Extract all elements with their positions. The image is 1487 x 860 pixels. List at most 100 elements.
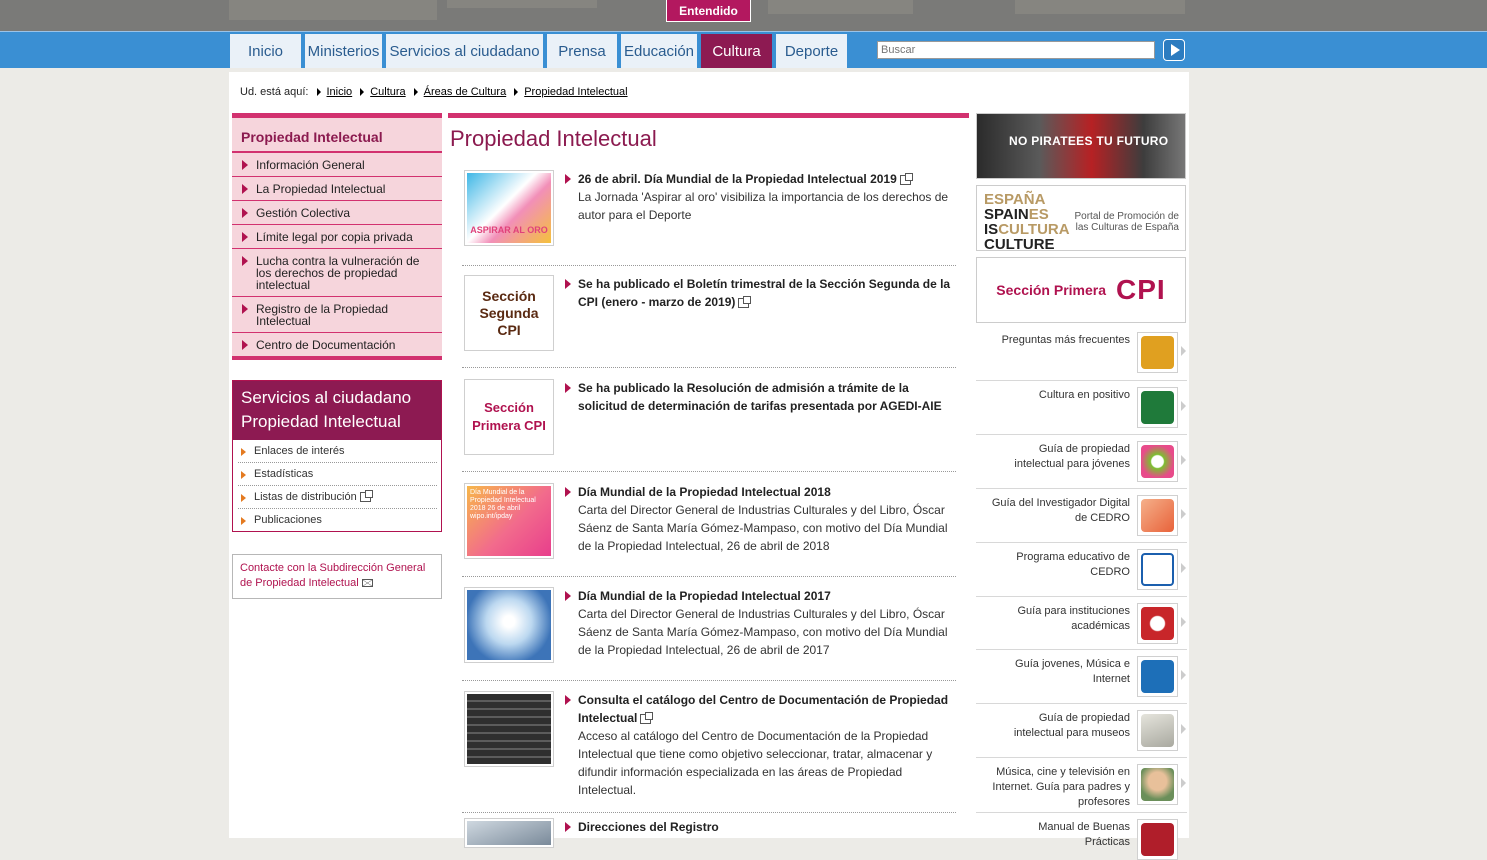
contact-text: Contacte con la Subdirección General de …	[240, 562, 426, 589]
link-museos[interactable]: Guía de propiedad intelectual para museo…	[976, 704, 1187, 758]
link-label: Programa educativo de CEDRO	[1016, 551, 1130, 578]
chevron-right-icon	[1181, 563, 1186, 573]
news-title-text: Consulta el catálogo del Centro de Docum…	[578, 693, 949, 725]
chevron-right-icon	[316, 88, 321, 96]
museos-icon	[1137, 710, 1178, 751]
tab-cultura[interactable]: Cultura	[701, 34, 774, 68]
contact-link[interactable]: Contacte con la Subdirección General de …	[232, 554, 442, 599]
espana-cultura-logo: ESPAÑA SPAINES ISCULTURA CULTURE	[984, 192, 1070, 252]
link-cultura-positivo[interactable]: Cultura en positivo	[976, 381, 1187, 435]
breadcrumb: Ud. está aquí: Inicio Cultura Áreas de C…	[240, 86, 628, 98]
news-title[interactable]: 26 de abril. Día Mundial de la Propiedad…	[565, 170, 952, 188]
news-thumbnail[interactable]: Día Mundial de la Propiedad Intelectual …	[464, 483, 554, 559]
search-input[interactable]	[877, 41, 1155, 59]
services-item-enlaces[interactable]: Enlaces de interés	[238, 440, 437, 463]
link-instituciones[interactable]: Guía para instituciones académicas	[976, 597, 1187, 650]
menu-item-registro[interactable]: Registro de la Propiedad Intelectual	[232, 297, 442, 333]
tab-deporte[interactable]: Deporte	[776, 34, 849, 68]
news-title[interactable]: Direcciones del Registro	[565, 818, 952, 836]
services-item-publicaciones[interactable]: Publicaciones	[238, 509, 437, 531]
cultura-positivo-icon	[1137, 387, 1178, 428]
link-investigador[interactable]: Guía del Investigador Digital de CEDRO	[976, 489, 1187, 543]
external-link-icon	[359, 490, 373, 503]
breadcrumb-cultura[interactable]: Cultura	[370, 86, 405, 98]
headphones-icon	[1137, 656, 1178, 697]
link-label: Guía de propiedad intelectual para jóven…	[1014, 443, 1130, 470]
menu-item-informacion[interactable]: Información General	[232, 153, 442, 177]
news-thumbnail[interactable]: ASPIRAR AL ORO	[464, 170, 554, 246]
faded-logo	[229, 0, 437, 20]
chevron-right-icon	[1181, 509, 1186, 519]
news-thumbnail[interactable]: Sección Primera CPI	[464, 379, 554, 455]
logo-line: ESPAÑA	[984, 191, 1046, 208]
no-piratees-banner[interactable]: NO PIRATEES TU FUTURO	[976, 113, 1186, 179]
menu-item-lucha[interactable]: Lucha contra la vulneración de los derec…	[232, 249, 442, 297]
link-padres[interactable]: Música, cine y televisión en Internet. G…	[976, 758, 1187, 813]
services-item-label: Estadísticas	[254, 468, 314, 480]
chevron-right-icon	[360, 88, 365, 96]
services-item-listas[interactable]: Listas de distribución	[238, 486, 437, 509]
services-item-label: Enlaces de interés	[254, 445, 345, 457]
accept-cookies-button[interactable]: Entendido	[666, 0, 751, 22]
link-label: Guía del Investigador Digital de CEDRO	[991, 497, 1130, 524]
tab-servicios[interactable]: Servicios al ciudadano	[386, 34, 545, 68]
chevron-right-icon	[1181, 346, 1186, 356]
arrow-right-icon	[1171, 44, 1180, 56]
link-manual[interactable]: Manual de Buenas Prácticas	[976, 813, 1187, 860]
news-title[interactable]: Consulta el catálogo del Centro de Docum…	[565, 691, 952, 727]
services-item-estadisticas[interactable]: Estadísticas	[238, 463, 437, 486]
services-item-label: Publicaciones	[254, 514, 322, 526]
news-title[interactable]: Se ha publicado la Resolución de admisió…	[565, 379, 952, 415]
chevron-right-icon	[1181, 455, 1186, 465]
tab-inicio[interactable]: Inicio	[230, 34, 303, 68]
breadcrumb-areas[interactable]: Áreas de Cultura	[424, 86, 507, 98]
news-image	[467, 590, 551, 660]
section-menu: Propiedad Intelectual Información Genera…	[232, 113, 442, 360]
link-label: Música, cine y televisión en Internet. G…	[992, 766, 1130, 808]
news-thumbnail[interactable]	[464, 691, 554, 767]
news-image: Día Mundial de la Propiedad Intelectual …	[467, 486, 551, 556]
link-guia-jovenes[interactable]: Guía de propiedad intelectual para jóven…	[976, 435, 1187, 489]
faq-icon	[1137, 332, 1178, 373]
news-image	[467, 694, 551, 764]
link-faq[interactable]: Preguntas más frecuentes	[976, 326, 1187, 381]
news-item: Direcciones del Registro	[462, 818, 956, 848]
news-thumbnail[interactable]	[464, 818, 554, 848]
tab-educacion[interactable]: Educación	[621, 34, 699, 68]
external-link-icon	[899, 172, 913, 185]
banner-caption: Portal de Promoción de las Culturas de E…	[1074, 211, 1179, 233]
news-title[interactable]: Día Mundial de la Propiedad Intelectual …	[565, 483, 952, 501]
news-body: Carta del Director General de Industrias…	[578, 503, 948, 553]
link-cedro[interactable]: Programa educativo de CEDRO	[976, 543, 1187, 597]
services-title: Servicios al ciudadano Propiedad Intelec…	[233, 381, 441, 440]
link-label: Guía para instituciones académicas	[1017, 605, 1130, 632]
menu-item-propiedad[interactable]: La Propiedad Intelectual	[232, 177, 442, 201]
espana-cultura-banner[interactable]: ESPAÑA SPAINES ISCULTURA CULTURE Portal …	[976, 185, 1186, 252]
chevron-right-icon	[514, 88, 519, 96]
link-label: Preguntas más frecuentes	[1001, 334, 1130, 346]
menu-item-limite[interactable]: Límite legal por copia privada	[232, 225, 442, 249]
seccion-primera-banner[interactable]: Sección Primera CPI	[976, 257, 1186, 323]
link-label: Guía de propiedad intelectual para museo…	[1013, 712, 1130, 739]
news-item: Consulta el catálogo del Centro de Docum…	[462, 691, 956, 813]
search-button[interactable]	[1163, 39, 1185, 61]
menu-item-gestion[interactable]: Gestión Colectiva	[232, 201, 442, 225]
news-title[interactable]: Día Mundial de la Propiedad Intelectual …	[565, 587, 952, 605]
faded-social-icons	[768, 0, 913, 14]
chevron-right-icon	[1181, 670, 1186, 680]
news-title[interactable]: Se ha publicado el Boletín trimestral de…	[565, 275, 952, 311]
breadcrumb-inicio[interactable]: Inicio	[327, 86, 353, 98]
breadcrumb-current[interactable]: Propiedad Intelectual	[524, 86, 627, 98]
news-image	[467, 821, 551, 845]
news-thumbnail[interactable]: Sección Segunda CPI	[464, 275, 554, 351]
tab-ministerios[interactable]: Ministerios	[305, 34, 384, 68]
link-musica[interactable]: Guía jovenes, Música e Internet	[976, 650, 1187, 704]
tab-prensa[interactable]: Prensa	[547, 34, 619, 68]
investigador-icon	[1137, 495, 1178, 536]
chevron-right-icon	[1181, 401, 1186, 411]
menu-item-documentacion[interactable]: Centro de Documentación	[232, 333, 442, 356]
news-thumbnail[interactable]	[464, 587, 554, 663]
esdelibro-icon	[1137, 549, 1178, 590]
section-menu-title: Propiedad Intelectual	[232, 118, 442, 153]
chevron-right-icon	[1181, 778, 1186, 788]
